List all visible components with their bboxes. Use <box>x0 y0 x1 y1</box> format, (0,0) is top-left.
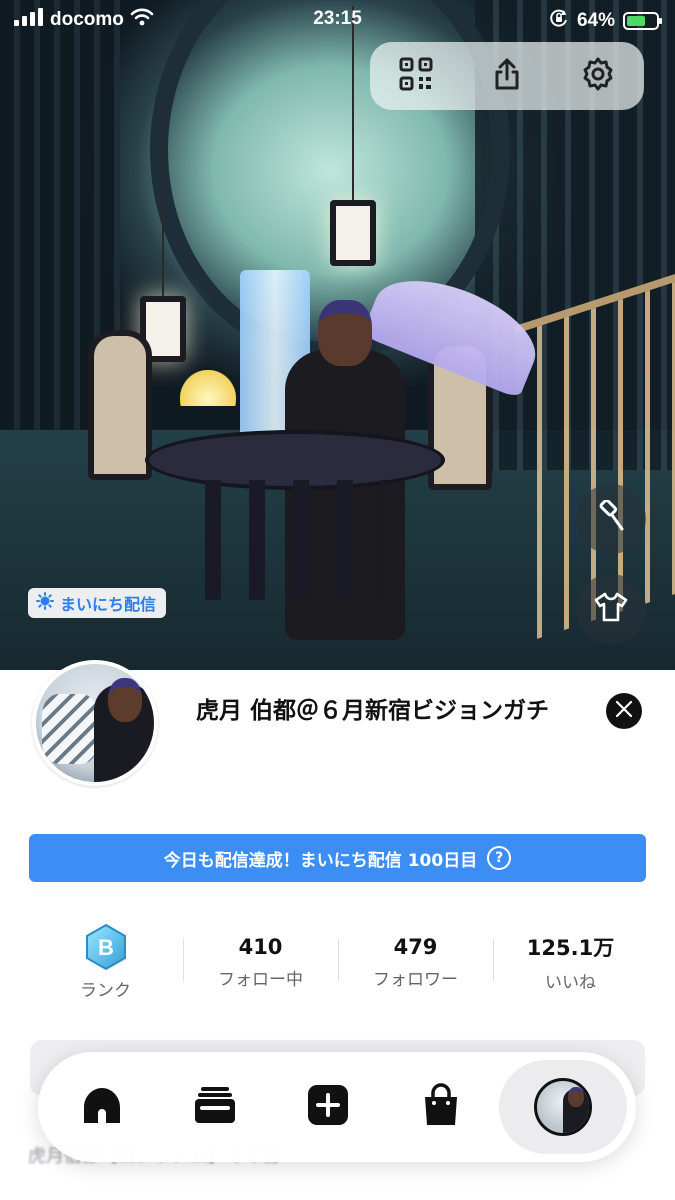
battery-percent: 64% <box>576 10 615 31</box>
x-link-button[interactable] <box>606 693 642 729</box>
profile-toolbar <box>370 42 644 110</box>
nav-create[interactable] <box>273 1060 383 1154</box>
qr-code-button[interactable] <box>392 52 440 100</box>
sun-icon <box>36 592 54 614</box>
room-edit-button[interactable] <box>576 484 646 554</box>
gear-icon <box>580 56 616 96</box>
room-scene: まいにち配信 <box>0 0 675 690</box>
x-logo-icon <box>615 700 633 722</box>
share-icon <box>492 57 522 95</box>
orientation-lock-icon <box>549 8 569 34</box>
brush-icon <box>594 498 628 538</box>
nav-shop[interactable] <box>386 1060 496 1154</box>
nav-profile[interactable] <box>498 1060 627 1154</box>
likes-count: 125.1万 <box>526 935 615 960</box>
profile-nav-avatar <box>533 1078 592 1136</box>
rank-stat[interactable]: B ランク <box>28 922 183 1002</box>
bag-icon <box>421 1083 461 1131</box>
likes-stat[interactable]: 125.1万 いいね <box>493 922 648 1002</box>
followers-stat[interactable]: 479 フォロワー <box>338 922 493 1002</box>
nav-archive[interactable] <box>160 1060 270 1154</box>
status-bar: docomo 23:15 64% <box>0 0 675 40</box>
scene-lantern <box>330 6 376 266</box>
streak-banner[interactable]: 今日も配信達成！まいにち配信 100日目 ? <box>29 834 646 882</box>
battery-icon <box>623 12 662 30</box>
rank-label: ランク <box>80 980 131 1001</box>
avatar-head <box>318 300 372 366</box>
daily-stream-label: まいにち配信 <box>60 595 157 614</box>
nav-home[interactable] <box>47 1060 157 1154</box>
settings-button[interactable] <box>574 52 622 100</box>
followers-count: 479 <box>393 934 438 959</box>
streak-banner-text: 今日も配信達成！まいにち配信 100日目 <box>163 850 478 871</box>
tshirt-icon <box>594 592 628 626</box>
help-icon[interactable]: ? <box>487 846 512 870</box>
share-button[interactable] <box>483 52 531 100</box>
profile-stats: B ランク 410 フォロー中 479 フォロワー 125.1万 いいね <box>28 922 648 1002</box>
likes-label: いいね <box>545 972 596 993</box>
rank-letter: B <box>98 935 114 960</box>
plus-icon <box>306 1083 350 1131</box>
following-stat[interactable]: 410 フォロー中 <box>183 922 338 1002</box>
daily-stream-tag: まいにち配信 <box>28 588 167 618</box>
scene-chair <box>88 330 152 480</box>
display-name: 虎月 伯都＠６月新宿ビジョンガチ <box>196 698 550 724</box>
home-icon <box>80 1085 124 1129</box>
scene-table-base <box>205 480 385 600</box>
bottom-nav <box>38 1052 636 1162</box>
followers-label: フォロワー <box>373 969 458 990</box>
qr-code-icon <box>399 57 433 95</box>
profile-avatar[interactable] <box>32 660 158 786</box>
rank-badge-icon: B <box>83 923 129 970</box>
closet-button[interactable] <box>576 574 646 644</box>
following-label: フォロー中 <box>218 969 303 990</box>
archive-icon <box>193 1085 237 1129</box>
scene-lotus-lamp <box>180 370 236 406</box>
following-count: 410 <box>238 934 283 959</box>
